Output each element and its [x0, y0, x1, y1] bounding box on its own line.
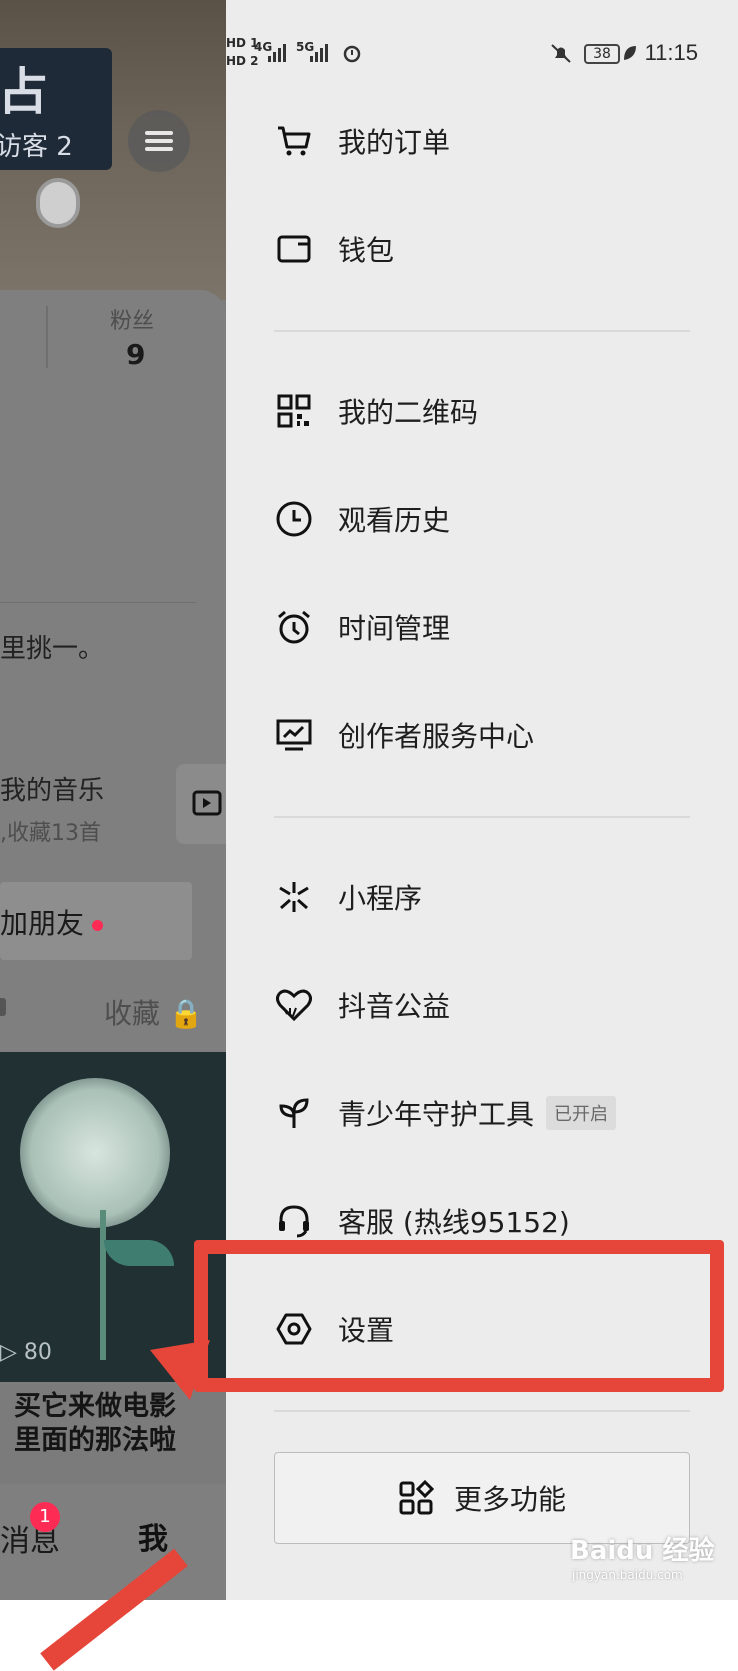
station-sign: 占 访客 2	[0, 48, 112, 170]
menu-item-mini-program[interactable]: 小程序	[226, 852, 738, 942]
menu-item-label: 我的二维码	[338, 396, 479, 429]
mute-bell-icon	[551, 44, 571, 63]
my-music-subtitle: ,收藏13首	[0, 821, 101, 846]
profile-divider	[0, 602, 196, 603]
lock-icon: 🔒	[168, 997, 204, 1030]
section-divider	[274, 330, 690, 332]
battery-icon: 38	[584, 44, 620, 64]
add-friend-button[interactable]: 加朋友	[0, 882, 192, 960]
rose-image	[20, 1078, 170, 1228]
cart-icon	[278, 126, 311, 156]
enabled-badge: 已开启	[546, 1096, 617, 1130]
menu-item-teen-guard[interactable]: 青少年守护工具 已开启	[226, 1068, 738, 1158]
bottom-nav: 消息 1 我	[0, 1484, 226, 1600]
menu-icon	[145, 127, 173, 155]
camera-image	[36, 178, 80, 228]
alarm-icon	[278, 610, 310, 644]
stat-divider	[46, 306, 48, 368]
baidu-watermark-url: jingyan.baidu.com	[572, 1568, 683, 1582]
menu-item-wallet[interactable]: 钱包	[226, 204, 738, 294]
qrcode-icon	[277, 394, 311, 428]
message-badge: 1	[30, 1502, 60, 1532]
add-friend-label: 加朋友	[0, 907, 85, 940]
menu-item-label: 创作者服务中心	[338, 720, 535, 753]
apps-grid-icon	[399, 1480, 434, 1515]
signal-icon-2	[310, 44, 328, 62]
menu-item-charity[interactable]: 抖音公益	[226, 960, 738, 1050]
signal-icon	[268, 44, 286, 62]
menu-item-label: 钱包	[338, 234, 395, 267]
section-divider	[274, 1410, 690, 1412]
menu-item-creator-center[interactable]: 创作者服务中心	[226, 690, 738, 780]
clock-icon	[276, 501, 312, 537]
video-views: ▷ 80	[0, 1340, 52, 1365]
leaf-icon	[624, 46, 636, 60]
status-bar: HD 1 HD 2 4G 5G 38 11:15	[226, 36, 738, 72]
sprout-icon	[279, 1098, 309, 1128]
hamburger-menu-button[interactable]	[128, 110, 190, 172]
annotation-arrowhead	[150, 1340, 210, 1400]
menu-item-label: 客服 (热线95152)	[338, 1206, 570, 1239]
headset-icon	[279, 1205, 309, 1238]
wallet-icon	[277, 235, 311, 263]
tv-icon[interactable]	[176, 764, 226, 844]
section-divider	[274, 816, 690, 818]
menu-item-qrcode[interactable]: 我的二维码	[226, 366, 738, 456]
baidu-watermark: Baidu 经验	[570, 1536, 715, 1566]
menu-item-label: 观看历史	[338, 504, 451, 537]
clock-time: 11:15	[644, 40, 698, 65]
my-music-title[interactable]: 我的音乐	[0, 770, 104, 807]
rose-stem	[100, 1210, 106, 1360]
notification-dot	[92, 919, 104, 931]
lock-icon	[0, 998, 6, 1016]
fans-label: 粉丝	[110, 309, 155, 334]
more-features-label: 更多功能	[453, 1483, 566, 1516]
menu-item-label: 时间管理	[338, 612, 451, 645]
menu-item-label: 我的订单	[338, 126, 451, 159]
sign-text: 访客 2	[0, 132, 73, 162]
fans-count[interactable]: 9	[126, 338, 145, 371]
alarm-status-icon	[343, 45, 361, 63]
annotation-highlight-box	[194, 1240, 724, 1392]
menu-item-label: 抖音公益	[338, 990, 451, 1023]
collect-tab[interactable]: 收藏 🔒	[104, 992, 204, 1032]
mini-program-icon	[279, 882, 309, 912]
charity-heart-icon	[276, 989, 312, 1022]
play-icon: ▷	[0, 1340, 17, 1365]
menu-item-label: 小程序	[338, 882, 423, 915]
menu-item-label: 青少年守护工具	[338, 1098, 535, 1131]
monitor-chart-icon	[276, 719, 312, 751]
menu-item-orders[interactable]: 我的订单	[226, 96, 738, 186]
nav-me[interactable]: 我	[138, 1514, 168, 1558]
menu-item-history[interactable]: 观看历史	[226, 474, 738, 564]
sign-char: 占	[0, 63, 48, 121]
menu-item-time-management[interactable]: 时间管理	[226, 582, 738, 672]
profile-bio: 里挑一。	[0, 634, 105, 664]
sim2-label: HD 2	[226, 54, 259, 68]
